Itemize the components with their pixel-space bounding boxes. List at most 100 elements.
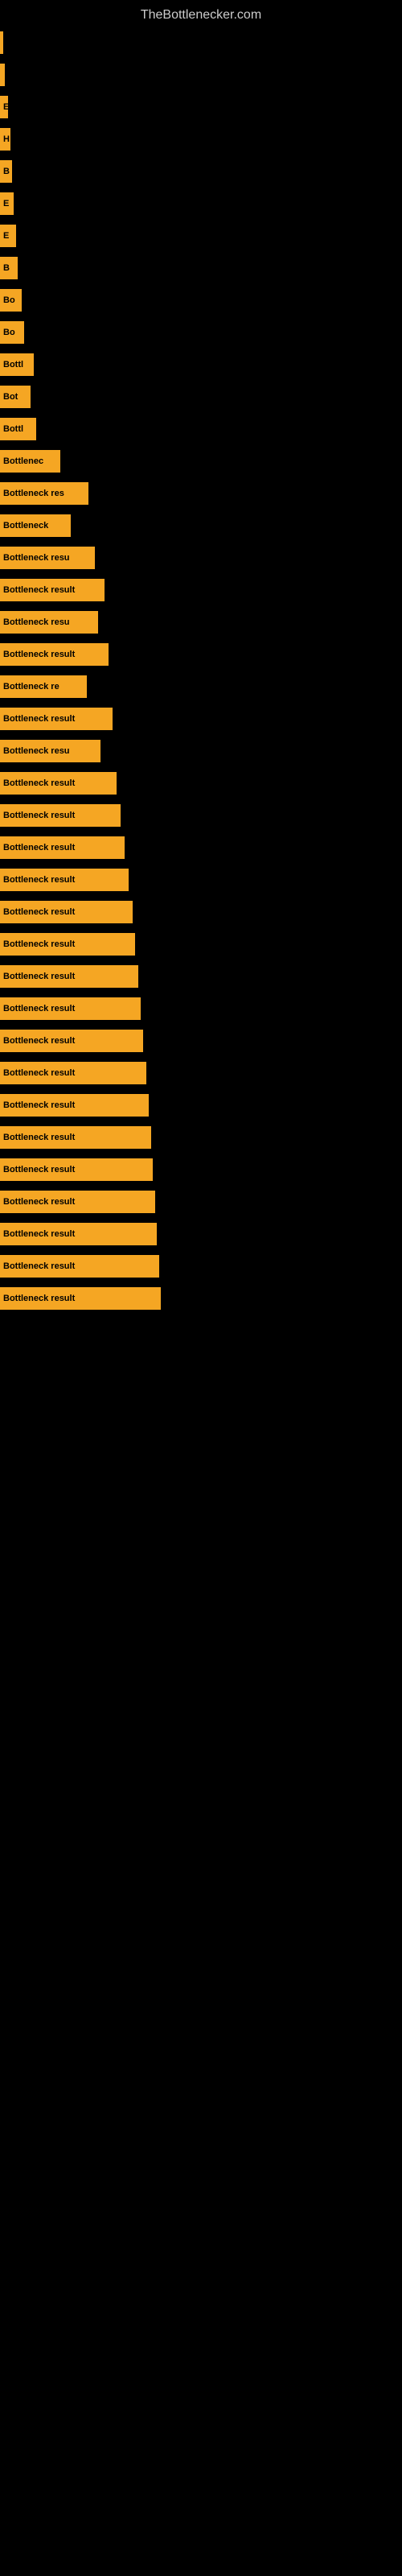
bar-row: Bottleneck result (0, 1089, 402, 1121)
bar-row: Bo (0, 284, 402, 316)
bar: Bottleneck result (0, 1094, 149, 1117)
bar-label: B (3, 263, 10, 273)
bar-label: Bottleneck result (3, 1068, 75, 1078)
bar-row: Bottleneck result (0, 1186, 402, 1218)
bar-label: Bottleneck (3, 521, 48, 530)
bar-row: E (0, 91, 402, 123)
bar-row: Bottleneck result (0, 1282, 402, 1315)
bar: E (0, 225, 16, 247)
bar: E (0, 96, 8, 118)
bar-row: Bottleneck (0, 510, 402, 542)
bar-label: Bottl (3, 360, 23, 369)
bar-label: Bottleneck result (3, 875, 75, 885)
bar: Bottleneck resu (0, 611, 98, 634)
bar-row: Bottl (0, 413, 402, 445)
bar-row: Bottleneck resu (0, 606, 402, 638)
bar-row: Bottleneck result (0, 896, 402, 928)
bar-label: Bottleneck result (3, 1036, 75, 1046)
bar-row: Bot (0, 381, 402, 413)
bar-label: Bottlenec (3, 456, 43, 466)
bar-row: Bottl (0, 349, 402, 381)
bar-row: Bo (0, 316, 402, 349)
bar-label: Bottleneck result (3, 1294, 75, 1303)
bar-row: Bottleneck result (0, 638, 402, 671)
bar-label: Bottleneck result (3, 907, 75, 917)
bar: Bottleneck result (0, 933, 135, 956)
bar: Bottleneck result (0, 1191, 155, 1213)
bar-row: Bottleneck res (0, 477, 402, 510)
bar: B (0, 257, 18, 279)
bar-row: Bottleneck result (0, 864, 402, 896)
bar-label: Bottleneck result (3, 1261, 75, 1271)
bar-row: Bottleneck result (0, 832, 402, 864)
bar: Bottleneck result (0, 772, 117, 795)
bar: Bottleneck result (0, 1062, 146, 1084)
bar-label: Bottleneck result (3, 1004, 75, 1013)
bar-row: Bottleneck result (0, 1025, 402, 1057)
bar-label: E (3, 231, 9, 241)
bar-row: Bottleneck result (0, 799, 402, 832)
bar-row: Bottleneck result (0, 993, 402, 1025)
bar-label: Bo (3, 295, 15, 305)
bar-label: E (3, 102, 8, 112)
bar-label: Bottleneck result (3, 1197, 75, 1207)
bar-row (0, 27, 402, 59)
bar-row: B (0, 155, 402, 188)
bar: Bot (0, 386, 31, 408)
bar: Bottleneck result (0, 1223, 157, 1245)
bar (0, 64, 5, 86)
bar-label: Bottleneck resu (3, 617, 70, 627)
bar-label: E (3, 199, 9, 208)
bar: Bottleneck result (0, 1030, 143, 1052)
bar-label: H (3, 134, 10, 144)
bar: Bottleneck result (0, 1126, 151, 1149)
bar: Bottleneck result (0, 997, 141, 1020)
site-title: TheBottlenecker.com (0, 0, 402, 27)
bars-list: E H B E E B Bo Bo Bottl Bot Bottl Bottlenec Bottlene… (0, 27, 402, 1315)
bar-row: Bottleneck result (0, 703, 402, 735)
bar-label: Bottl (3, 424, 23, 434)
bar: Bottleneck result (0, 965, 138, 988)
bar (0, 31, 3, 54)
bar: Bottleneck res (0, 482, 88, 505)
bar-row: B (0, 252, 402, 284)
bar: Bottleneck result (0, 869, 129, 891)
bar-label: Bottleneck re (3, 682, 59, 691)
bar: Bottl (0, 353, 34, 376)
bar: Bottleneck resu (0, 547, 95, 569)
bar-label: B (3, 167, 10, 176)
bar-row: Bottleneck result (0, 767, 402, 799)
bar-label: Bottleneck resu (3, 746, 70, 756)
bar-label: Bottleneck result (3, 650, 75, 659)
bar: Bo (0, 321, 24, 344)
bar-row: Bottleneck result (0, 928, 402, 960)
bar-row: H (0, 123, 402, 155)
bar-row: Bottleneck result (0, 574, 402, 606)
bar-label: Bo (3, 328, 15, 337)
bar-label: Bottleneck result (3, 1133, 75, 1142)
bar: B (0, 160, 12, 183)
bar-row: Bottlenec (0, 445, 402, 477)
bar-label: Bottleneck result (3, 843, 75, 852)
bar-label: Bottleneck result (3, 811, 75, 820)
bar-label: Bottleneck res (3, 489, 64, 498)
bar-row: Bottleneck resu (0, 735, 402, 767)
bar: H (0, 128, 10, 151)
bar-row: Bottleneck re (0, 671, 402, 703)
bar: Bottl (0, 418, 36, 440)
bar-row: Bottleneck result (0, 1121, 402, 1154)
bar-label: Bottleneck result (3, 972, 75, 981)
bar: Bottleneck result (0, 1158, 153, 1181)
bar: Bottleneck result (0, 708, 113, 730)
bar-row: Bottleneck result (0, 1057, 402, 1089)
bar-row: Bottleneck resu (0, 542, 402, 574)
bar: Bottleneck re (0, 675, 87, 698)
bar: Bottleneck result (0, 804, 121, 827)
bar-label: Bottleneck result (3, 778, 75, 788)
bar: Bottleneck (0, 514, 71, 537)
bar-row: Bottleneck result (0, 1218, 402, 1250)
bar-label: Bottleneck result (3, 939, 75, 949)
bar: Bo (0, 289, 22, 312)
bar: Bottleneck result (0, 1287, 161, 1310)
bar-label: Bottleneck result (3, 1229, 75, 1239)
